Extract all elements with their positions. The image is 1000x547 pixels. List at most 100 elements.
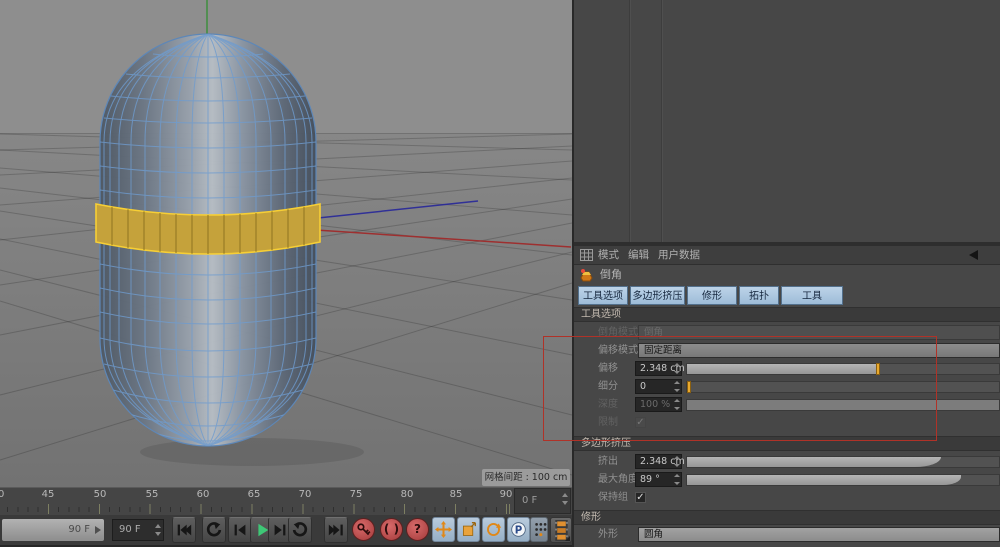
row-depth: 深度 100 % [574, 397, 1000, 413]
scale-box-icon [460, 521, 477, 538]
animation-toolbar: 90 F 90 F [0, 515, 572, 545]
offset-mode-dropdown[interactable]: 固定距离 [638, 343, 1000, 358]
current-frame-field[interactable]: 90 F [112, 519, 164, 541]
offset-stepper[interactable] [673, 363, 680, 374]
ruler-tick: 70 [299, 489, 312, 500]
max-angle-stepper[interactable] [673, 474, 680, 485]
max-angle-slider[interactable] [686, 474, 1000, 486]
go-to-start-button[interactable] [172, 517, 196, 543]
perspective-viewport[interactable]: 网格间距 : 100 cm [0, 0, 572, 487]
preserve-groups-checkbox[interactable]: ✓ [635, 492, 646, 503]
cinema4d-window: 网格间距 : 100 cm 40 45 50 55 60 65 70 75 80… [0, 0, 1000, 547]
subdivision-stepper[interactable] [673, 381, 680, 392]
record-active-objects-button[interactable] [352, 518, 375, 541]
point-level-animation-button[interactable] [530, 517, 548, 542]
ruler-tick: 40 [0, 489, 4, 500]
preserve-groups-label: 保持组 [598, 490, 628, 506]
ruler-tick: 50 [94, 489, 107, 500]
max-angle-value: 89 ° [640, 474, 660, 485]
viewport-scene [0, 0, 572, 487]
capsule-object[interactable] [96, 34, 320, 448]
current-frame-stepper[interactable] [154, 524, 161, 536]
extrude-stepper[interactable] [673, 456, 680, 467]
limit-label: 限制 [598, 415, 618, 431]
timeline-ruler[interactable]: 40 45 50 55 60 65 70 75 80 85 90 [0, 487, 572, 515]
offset-slider[interactable] [686, 363, 1000, 375]
next-frame-icon [271, 521, 289, 539]
tab-tool-options[interactable]: 工具选项 [578, 286, 628, 305]
row-shape: 外形 圆角 [574, 527, 1000, 543]
go-to-previous-key-button[interactable] [202, 517, 226, 543]
menu-user-data[interactable]: 用户数据 [658, 246, 700, 264]
timeline-scrubber[interactable]: 90 F [2, 519, 104, 541]
bevel-mode-label: 倒角模式 [598, 325, 638, 341]
offset-label: 偏移 [598, 361, 618, 377]
ruler-tick: 90 [500, 489, 513, 500]
attribute-manager: 模式 编辑 用户数据 倒角 工具选项 多边形挤压 修形 拓扑 工具 工具选项 倒… [572, 0, 1000, 547]
extrude-label: 挤出 [598, 454, 618, 470]
ruler-tick-marks [0, 504, 512, 514]
tool-title-row: 倒角 [574, 264, 1000, 285]
go-to-previous-frame-button[interactable] [228, 517, 252, 543]
subdivision-label: 细分 [598, 379, 618, 395]
record-rotation-button[interactable] [482, 517, 505, 542]
animation-palette-button[interactable] [550, 517, 572, 543]
offset-value-field[interactable]: 2.348 cm [635, 361, 682, 376]
rotation-circle-icon [485, 521, 502, 538]
limit-checkbox: ✓ [635, 417, 646, 428]
subdivision-value-field[interactable]: 0 [635, 379, 682, 394]
panel-collapse-arrow-icon[interactable] [969, 250, 978, 260]
extrude-value-field[interactable]: 2.348 cm [635, 454, 682, 469]
record-scale-button[interactable] [457, 517, 480, 542]
depth-value-field: 100 % [635, 397, 682, 412]
max-angle-label: 最大角度 [598, 472, 638, 488]
ruler-tick: 65 [248, 489, 261, 500]
end-frame-stepper[interactable] [561, 493, 568, 505]
previous-frame-icon [231, 521, 249, 539]
tab-tool[interactable]: 工具 [781, 286, 843, 305]
depth-stepper [673, 399, 680, 410]
ruler-tick: 55 [146, 489, 159, 500]
section-header-polygon-extrusion[interactable]: 多边形挤压 [574, 436, 1000, 451]
panel-empty-area [574, 0, 1000, 242]
keyframe-selection-button[interactable]: ? [406, 518, 429, 541]
tab-shaping[interactable]: 修形 [687, 286, 737, 305]
scrubber-arrow-icon [95, 526, 101, 534]
next-key-icon [291, 521, 309, 539]
scrubber-frame-label: 90 F [68, 524, 90, 535]
bevel-mode-dropdown: 倒角 [638, 325, 1000, 340]
extrude-slider[interactable] [686, 456, 1000, 468]
ruler-tick: 85 [450, 489, 463, 500]
svg-text:P: P [515, 525, 523, 536]
record-key-icon [355, 521, 372, 538]
autokeying-button[interactable]: ( ) [380, 518, 403, 541]
shape-dropdown[interactable]: 圆角 [638, 527, 1000, 542]
capsule-shadow [140, 438, 364, 466]
record-position-button[interactable] [432, 517, 455, 542]
go-to-end-button[interactable] [324, 517, 348, 543]
record-parameter-button[interactable]: P [507, 517, 530, 542]
row-subdivision: 细分 0 [574, 379, 1000, 395]
subdivision-slider[interactable] [686, 381, 1000, 393]
menu-edit[interactable]: 编辑 [628, 246, 649, 264]
autokey-icon: ( ) [384, 522, 399, 536]
shape-label: 外形 [598, 527, 618, 543]
tab-topology[interactable]: 拓扑 [739, 286, 779, 305]
go-to-next-key-button[interactable] [288, 517, 312, 543]
go-to-end-icon [327, 521, 345, 539]
current-frame-value: 90 F [119, 524, 141, 535]
max-angle-value-field[interactable]: 89 ° [635, 472, 682, 487]
end-frame-field[interactable]: 0 F [514, 488, 571, 514]
tab-polygon-extrusion[interactable]: 多边形挤压 [630, 286, 685, 305]
row-limit: 限制 ✓ [574, 415, 1000, 431]
go-to-start-icon [175, 521, 193, 539]
depth-slider [686, 399, 1000, 411]
depth-label: 深度 [598, 397, 618, 413]
tool-title: 倒角 [600, 264, 622, 285]
section-header-shaping[interactable]: 修形 [574, 510, 1000, 525]
attribute-menu-bar: 模式 编辑 用户数据 [574, 246, 1000, 265]
section-header-tool-options[interactable]: 工具选项 [574, 307, 1000, 322]
row-extrude: 挤出 2.348 cm [574, 454, 1000, 470]
column-divider [629, 0, 630, 242]
menu-mode[interactable]: 模式 [598, 246, 619, 264]
